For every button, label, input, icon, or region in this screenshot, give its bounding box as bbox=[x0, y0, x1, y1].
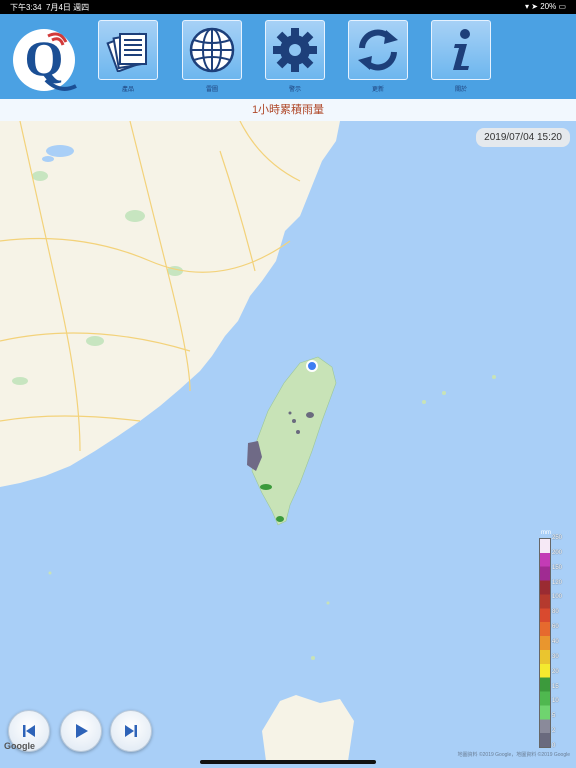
play-icon bbox=[76, 724, 88, 738]
legend-tick-label: 5 bbox=[552, 713, 556, 720]
status-time: 下午3:34 bbox=[10, 3, 42, 12]
next-frame-button[interactable] bbox=[110, 710, 152, 752]
status-date: 7月4日 週四 bbox=[46, 3, 90, 12]
legend-tick-label: 100 bbox=[552, 594, 563, 601]
legend-tick-label: 60 bbox=[552, 624, 559, 631]
legend-tick-label: 20 bbox=[552, 668, 559, 675]
legend-tick-label: 250 bbox=[552, 535, 563, 541]
alerts-button[interactable]: 警示 bbox=[265, 20, 325, 93]
legend-tick-label: 120 bbox=[552, 579, 563, 586]
radar-button[interactable]: 雷圖 bbox=[182, 20, 242, 93]
play-button[interactable] bbox=[60, 710, 102, 752]
legend-tick-label: 30 bbox=[552, 653, 559, 660]
legend-tick-label: 10 bbox=[552, 698, 559, 705]
refresh-label: 更新 bbox=[371, 87, 384, 93]
status-bar: 下午3:34 7月4日 週四 ▾ ➤ 20% ▭ bbox=[0, 0, 576, 14]
map-copyright: 地圖資料 ©2019 Google，地圖資料 ©2019 Google bbox=[457, 752, 570, 758]
products-label: 產品 bbox=[121, 87, 134, 93]
rainfall-map[interactable] bbox=[0, 120, 576, 761]
home-indicator[interactable] bbox=[200, 760, 376, 764]
google-attribution: Google bbox=[4, 741, 35, 751]
legend-tick-label: 2 bbox=[552, 728, 556, 735]
status-time-date: 下午3:34 7月4日 週四 bbox=[10, 2, 89, 13]
skip-back-icon bbox=[23, 725, 35, 737]
legend-tick-label: 40 bbox=[552, 639, 559, 645]
gear-icon bbox=[265, 20, 325, 80]
legend-tick-label: 15 bbox=[552, 683, 559, 690]
newspaper-icon bbox=[98, 20, 158, 80]
map-timestamp: 2019/07/04 15:20 bbox=[476, 128, 570, 147]
alerts-label: 警示 bbox=[288, 87, 301, 93]
refresh-icon bbox=[348, 20, 408, 80]
legend-color-bar bbox=[539, 538, 551, 748]
rainfall-legend: mm 250 200 150 120 100 80 60 40 30 20 15 10 5 2 0 bbox=[539, 530, 573, 750]
products-button[interactable]: 產品 bbox=[98, 20, 158, 93]
map-title: 1小時累積雨量 bbox=[0, 99, 576, 121]
globe-icon bbox=[182, 20, 242, 80]
app-logo[interactable]: Q bbox=[10, 20, 78, 94]
legend-tick-label: 0 bbox=[552, 743, 556, 749]
skip-forward-icon bbox=[125, 725, 137, 737]
legend-tick-label: 150 bbox=[552, 564, 563, 571]
legend-tick-label: 80 bbox=[552, 609, 559, 616]
radar-label: 雷圖 bbox=[205, 87, 218, 93]
legend-unit: mm bbox=[541, 530, 551, 536]
about-button[interactable]: 關於 bbox=[431, 20, 491, 93]
toolbar: Q 產品 雷圖 警示 更新 關於 bbox=[0, 14, 576, 99]
about-label: 關於 bbox=[454, 87, 467, 93]
status-right: ▾ ➤ 20% ▭ bbox=[525, 2, 566, 11]
refresh-button[interactable]: 更新 bbox=[348, 20, 408, 93]
info-icon bbox=[431, 20, 491, 80]
battery-percent: 20% bbox=[540, 2, 557, 11]
legend-tick-label: 200 bbox=[552, 549, 563, 556]
